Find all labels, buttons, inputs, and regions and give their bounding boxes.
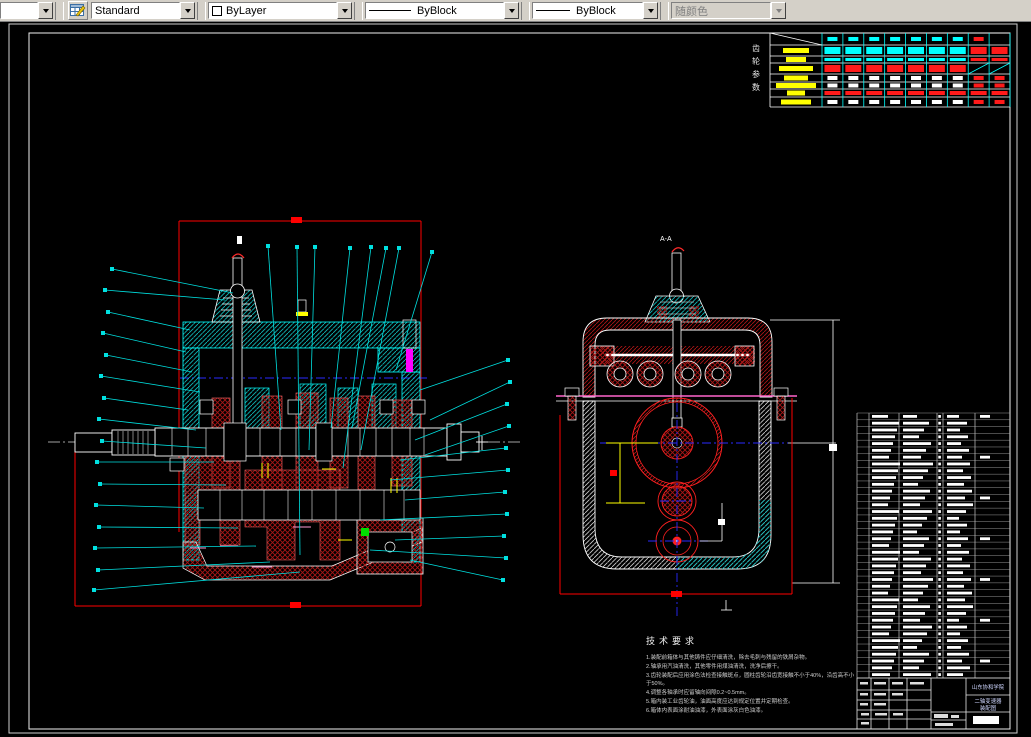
partial-combo[interactable] <box>0 2 53 19</box>
gear-parameter-table: 齿轮参数 <box>752 32 1011 108</box>
title-block-field-text <box>860 682 959 726</box>
plotstyle-combo-arrow <box>771 2 786 19</box>
datum-mark <box>721 600 732 611</box>
lineweight-combo-arrow[interactable] <box>643 2 658 19</box>
gearbox-end-view: A-A <box>556 236 840 616</box>
toolbar-separator <box>55 1 64 20</box>
svg-text:轮: 轮 <box>752 56 760 66</box>
input-shaft <box>74 429 156 456</box>
lineweight-combo[interactable]: ByBlock <box>532 2 658 19</box>
svg-text:齿: 齿 <box>752 44 760 53</box>
output-shaft <box>446 423 488 461</box>
text-style-value: Standard <box>95 4 140 17</box>
plotstyle-combo: 随颜色 <box>671 2 786 19</box>
toolbar-separator <box>660 1 669 20</box>
tech-req-item: 2.轴承用汽油清洗，其他零件用煤油清洗，洗净后擦干。 <box>646 663 783 670</box>
height-dim <box>770 319 840 584</box>
counter-shaft <box>197 489 421 521</box>
dim-text-block <box>829 444 837 451</box>
toolbar-separator <box>521 1 530 20</box>
rail-mount <box>734 345 755 367</box>
main-shaft <box>154 422 448 462</box>
text-style-icon[interactable] <box>68 1 88 20</box>
partial-combo-field[interactable] <box>0 2 38 19</box>
scale-box <box>973 716 999 724</box>
title-block: 山东协和学院 二轴变速器 装配图 <box>856 677 1011 730</box>
drawing-canvas[interactable]: 齿轮参数 A-A 山东协和学院 二轴变速器 装配图 技术要求 1.装配前箱体与其… <box>0 22 1031 737</box>
technical-requirements: 技术要求 1.装配前箱体与其他铸件应仔细清洗，除去毛刺与残留的铁屑杂物。 2.轴承… <box>646 634 858 716</box>
chevron-down-icon <box>775 9 782 16</box>
linetype-combo[interactable]: ByBlock <box>365 2 519 19</box>
toolbar-separator <box>354 1 363 20</box>
linetype-line-icon <box>369 10 411 11</box>
section-label: A-A <box>660 236 672 243</box>
table-pencil-icon <box>70 4 86 17</box>
dim-text-block <box>610 470 617 476</box>
text-style-arrow[interactable] <box>180 2 195 19</box>
cad-sheet[interactable]: 齿轮参数 A-A 山东协和学院 二轴变速器 装配图 <box>0 22 1031 737</box>
green-fitting <box>361 528 369 536</box>
lever-ball-joint <box>230 283 245 299</box>
toolbar-separator <box>197 1 206 20</box>
dim-text-block <box>671 591 682 597</box>
gearbox-section-view <box>48 217 522 608</box>
linetype-value: ByBlock <box>417 4 457 17</box>
partial-combo-arrow[interactable] <box>38 2 53 19</box>
tech-req-item: 3.齿轮装配后应用涂色法检查接触斑点，圆柱齿轮沿齿宽接触不小于40%，沿齿高不小… <box>646 672 855 688</box>
drawing-title-line2: 装配图 <box>980 704 996 712</box>
cover-bolt <box>297 299 307 313</box>
chevron-down-icon <box>184 9 191 16</box>
sheet-border <box>8 23 1018 734</box>
text-style-combo[interactable]: Standard <box>91 2 195 19</box>
parts-list-table <box>856 412 1011 679</box>
chevron-down-icon <box>508 9 515 16</box>
toolbar: Standard ByLayer ByBlock ByBlock 随颜色 <box>0 0 1031 22</box>
rail-mount <box>589 345 615 367</box>
svg-text:数: 数 <box>752 82 760 92</box>
drawing-title-line1: 二轴变速器 <box>975 697 1003 705</box>
flange-bolt-right <box>773 387 789 421</box>
housing-tub-teal <box>676 500 771 569</box>
dim-text-block <box>718 519 725 525</box>
dim-text-block <box>291 217 302 223</box>
color-combo[interactable]: ByLayer <box>208 2 352 19</box>
magenta-seal <box>406 349 413 372</box>
chevron-down-icon <box>42 9 49 16</box>
tech-req-item: 1.装配前箱体与其他铸件应仔细清洗，除去毛刺与残留的铁屑杂物。 <box>646 655 811 661</box>
lineweight-line-icon <box>536 10 570 11</box>
color-swatch <box>212 5 222 16</box>
sub-assembly-bore <box>367 531 413 563</box>
lever-break-mark <box>671 247 685 253</box>
tech-req-item: 4.调整各轴承时应留轴向间隙0.2~0.5mm。 <box>646 690 750 697</box>
svg-text:参: 参 <box>752 69 760 79</box>
color-combo-arrow[interactable] <box>337 2 352 19</box>
tech-req-item: 5.箱内装工业齿轮油，油面高度应达到规定位置并定期检查。 <box>646 698 794 705</box>
color-value: ByLayer <box>226 4 267 17</box>
fork-bosses <box>606 360 732 388</box>
chevron-down-icon <box>341 9 348 16</box>
linetype-combo-arrow[interactable] <box>504 2 519 19</box>
tech-req-title: 技术要求 <box>646 636 699 646</box>
section-mark <box>237 236 242 244</box>
school-name: 山东协和学院 <box>972 683 1005 691</box>
tech-req-item: 6.箱体内表面涂耐油油漆，外表面涂灰白色油漆。 <box>646 707 767 714</box>
flange-bolt-left <box>564 387 580 421</box>
tech-req-items: 1.装配前箱体与其他铸件应仔细清洗，除去毛刺与残留的铁屑杂物。 2.轴承用汽油清洗… <box>646 654 858 716</box>
lever-break-mark <box>231 253 245 259</box>
dim-text-block <box>290 602 301 608</box>
chevron-down-icon <box>647 9 654 16</box>
plotstyle-value: 随颜色 <box>675 5 708 18</box>
lineweight-value: ByBlock <box>576 4 616 17</box>
